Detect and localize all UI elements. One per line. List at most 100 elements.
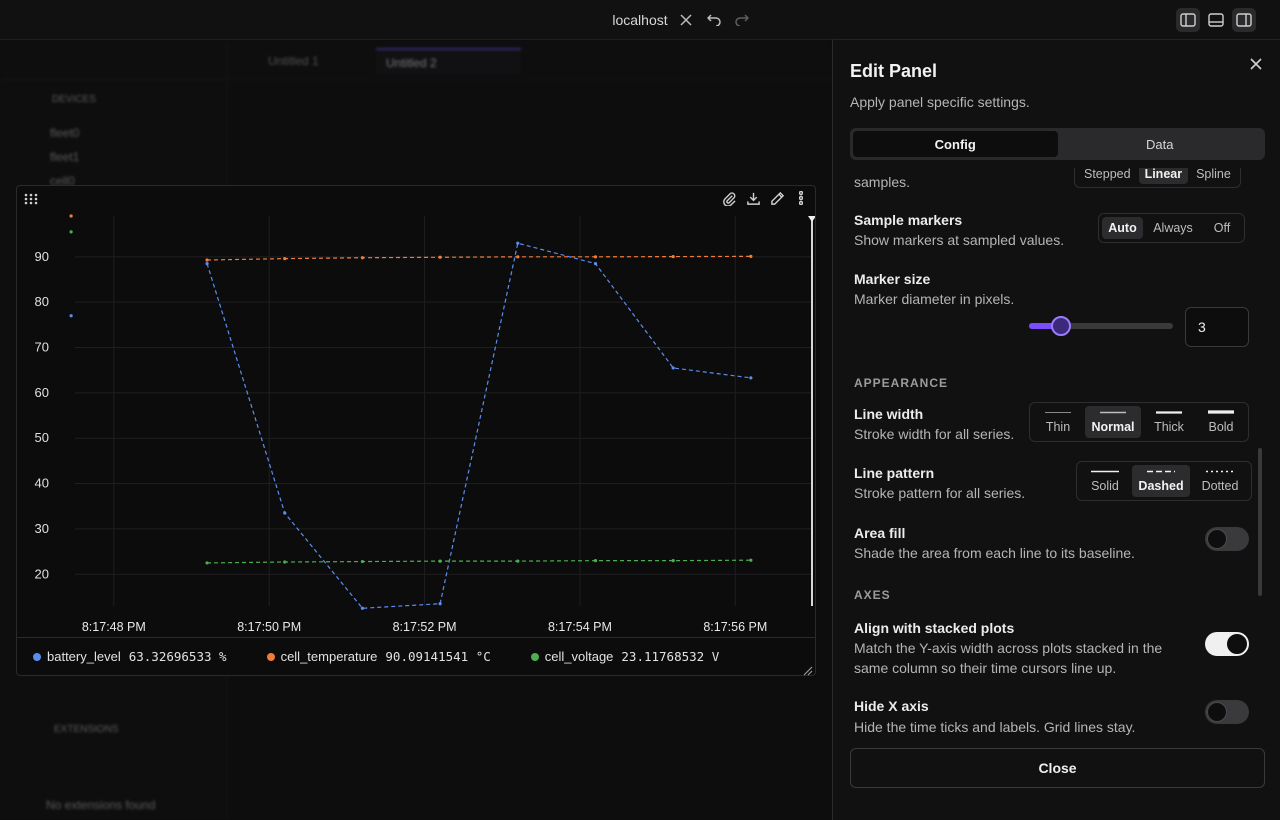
- y-tick-label: 60: [35, 385, 49, 400]
- line-pattern-dotted-label: Dotted: [1201, 478, 1239, 493]
- marker-size-label: Marker size: [854, 271, 931, 287]
- align-stacked-toggle[interactable]: [1205, 632, 1249, 656]
- toggle-knob: [1227, 634, 1247, 654]
- line-pattern-dashed-button[interactable]: Dashed: [1132, 465, 1190, 497]
- interpolation-stepped-button[interactable]: Stepped: [1078, 168, 1137, 184]
- data-point-cell-voltage: [69, 230, 73, 234]
- data-point-battery-level: [205, 262, 209, 266]
- legend-dot: [266, 652, 275, 661]
- resize-grip-icon[interactable]: [803, 663, 813, 676]
- marker-size-desc: Marker diameter in pixels.: [854, 291, 1015, 307]
- close-button[interactable]: Close: [850, 748, 1265, 788]
- series-line-battery-level: [206, 242, 751, 609]
- line-width-thin-button[interactable]: Thin: [1033, 406, 1083, 438]
- legend-item-battery-level[interactable]: battery_level 63.32696533 %: [33, 649, 227, 664]
- hide-x-axis-desc: Hide the time ticks and labels. Grid lin…: [854, 719, 1136, 735]
- tab-config[interactable]: Config: [853, 131, 1058, 157]
- y-tick-label: 80: [35, 294, 49, 309]
- legend-item-cell-voltage[interactable]: cell_voltage 23.11768532 V: [530, 649, 719, 664]
- align-stacked-desc-line2: same column so their time cursors line u…: [854, 660, 1117, 676]
- data-point-cell-temperature: [438, 255, 442, 259]
- legend-dot: [33, 652, 41, 661]
- y-tick-label: 70: [35, 340, 49, 355]
- bg-tab-bar: Untitled 1 Untitled 2: [228, 40, 832, 80]
- sample-markers-auto-button[interactable]: Auto: [1102, 217, 1143, 239]
- area-fill-toggle[interactable]: [1205, 527, 1249, 551]
- line-pattern-desc: Stroke pattern for all series.: [854, 485, 1026, 501]
- data-point-cell-voltage: [360, 559, 365, 564]
- bold-line-icon: [1208, 410, 1234, 414]
- data-point-cell-temperature: [205, 258, 209, 262]
- data-point-battery-level: [360, 606, 365, 610]
- data-point-cell-temperature: [360, 256, 365, 260]
- interpolation-linear-button[interactable]: Linear: [1138, 168, 1189, 184]
- interpolation-desc: samples.: [854, 174, 911, 190]
- data-point-battery-level: [749, 376, 753, 380]
- toggle-knob: [1207, 702, 1227, 722]
- interpolation-options: Stepped Linear Spline: [1074, 168, 1241, 188]
- x-tick-label: 8:17:52 PM: [393, 620, 457, 634]
- area-fill-desc: Shade the area from each line to its bas…: [854, 545, 1135, 561]
- toggle-bottom-panel-icon[interactable]: [1204, 8, 1228, 32]
- interpolation-spline-button[interactable]: Spline: [1190, 168, 1237, 184]
- legend-series-value: 90.09141541 °C: [385, 649, 491, 664]
- line-width-thick-button[interactable]: Thick: [1143, 406, 1195, 438]
- data-point-battery-level: [516, 241, 520, 245]
- data-point-cell-temperature: [69, 214, 73, 218]
- settings-scrollbar[interactable]: [1258, 448, 1262, 596]
- marker-size-slider[interactable]: [1029, 316, 1173, 336]
- line-pattern-solid-label: Solid: [1091, 478, 1119, 493]
- data-point-cell-voltage: [749, 558, 753, 562]
- normal-line-icon: [1100, 411, 1126, 413]
- x-tick-label: 8:17:56 PM: [703, 620, 767, 634]
- legend-series-name: cell_temperature: [280, 649, 378, 664]
- marker-size-input[interactable]: [1185, 307, 1249, 347]
- data-point-cell-temperature: [593, 255, 598, 259]
- data-point-cell-voltage: [593, 559, 598, 563]
- undo-icon[interactable]: [704, 10, 724, 30]
- close-icon[interactable]: [1248, 56, 1264, 72]
- legend-item-cell-temperature[interactable]: cell_temperature 90.09141541 °C: [266, 649, 491, 664]
- line-width-bold-label: Bold: [1208, 420, 1234, 434]
- line-chart[interactable]: 20 30 40 50 60 70 80 90 8:17:48 PM 8:17:50 PM 8:17…: [17, 186, 815, 637]
- bg-extensions-header: EXTENSIONS: [54, 724, 119, 735]
- sample-markers-off-button[interactable]: Off: [1203, 217, 1241, 239]
- data-point-cell-temperature: [671, 254, 675, 259]
- hide-x-axis-toggle[interactable]: [1205, 700, 1249, 724]
- line-width-bold-button[interactable]: Bold: [1197, 406, 1245, 438]
- settings-scroll-area[interactable]: samples. Stepped Linear Spline Sample ma…: [833, 168, 1265, 738]
- line-pattern-dotted-button[interactable]: Dotted: [1192, 465, 1248, 497]
- data-point-battery-level: [283, 511, 287, 515]
- plot-panel: 20 30 40 50 60 70 80 90 8:17:48 PM 8:17:50 PM 8:17…: [16, 185, 816, 676]
- sample-markers-label: Sample markers: [854, 212, 963, 228]
- edit-panel-subtitle: Apply panel specific settings.: [850, 94, 1030, 110]
- time-cursor-handle: [808, 216, 815, 222]
- bg-tree-item: fleet0: [50, 126, 80, 140]
- tab-data[interactable]: Data: [1058, 131, 1263, 157]
- close-tab-icon[interactable]: [676, 10, 696, 30]
- y-tick-label: 30: [35, 521, 49, 536]
- toggle-left-sidebar-icon[interactable]: [1176, 8, 1200, 32]
- bg-extensions-empty: No extensions found: [46, 798, 156, 812]
- x-tick-label: 8:17:48 PM: [82, 620, 146, 634]
- line-pattern-label: Line pattern: [854, 465, 935, 481]
- legend-series-name: cell_voltage: [544, 649, 614, 664]
- line-width-thin-label: Thin: [1045, 419, 1071, 434]
- sample-markers-always-button[interactable]: Always: [1145, 217, 1201, 239]
- line-pattern-dashed-label: Dashed: [1138, 478, 1184, 493]
- config-data-tabs: Config Data: [850, 128, 1265, 160]
- legend-series-name: battery_level: [47, 649, 121, 664]
- marker-size-slider-thumb[interactable]: [1050, 316, 1071, 336]
- line-width-desc: Stroke width for all series.: [854, 426, 1015, 442]
- line-width-normal-button[interactable]: Normal: [1085, 406, 1141, 438]
- line-pattern-solid-button[interactable]: Solid: [1080, 465, 1130, 497]
- x-tick-label: 8:17:50 PM: [237, 620, 301, 634]
- line-pattern-options: Solid Dashed Dotted: [1076, 461, 1252, 501]
- toggle-right-sidebar-icon[interactable]: [1232, 8, 1256, 32]
- bg-tree-item: fleet1: [50, 150, 80, 164]
- thin-line-icon: [1045, 411, 1071, 413]
- redo-icon[interactable]: [732, 10, 752, 30]
- data-point-cell-voltage: [516, 559, 520, 563]
- solid-line-icon: [1091, 470, 1119, 472]
- edit-panel: Edit Panel Apply panel specific settings…: [832, 40, 1280, 820]
